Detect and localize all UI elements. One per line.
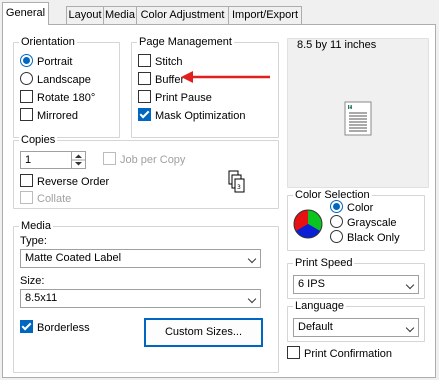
rotate-180-label: Rotate 180° xyxy=(37,92,96,104)
tab-import-export[interactable]: Import/Export xyxy=(228,6,302,24)
print-confirmation-checkbox-box[interactable] xyxy=(287,346,300,359)
tab-general[interactable]: General xyxy=(2,2,49,25)
mirrored-checkbox-box[interactable] xyxy=(20,108,33,121)
portrait-radio[interactable]: Portrait xyxy=(20,54,72,70)
page-preview-panel: 8.5 by 11 inches E xyxy=(287,38,429,188)
chevron-down-icon[interactable] xyxy=(405,323,415,333)
print-speed-title: Print Speed xyxy=(293,257,355,270)
copies-spinner[interactable]: 1 xyxy=(20,151,86,169)
general-tab-panel: Orientation Portrait Landscape Rotate 18… xyxy=(2,24,436,378)
color-radio-indicator[interactable] xyxy=(330,200,343,213)
print-pause-checkbox-box[interactable] xyxy=(138,90,151,103)
copies-count[interactable]: 1 xyxy=(25,153,31,168)
chevron-down-icon[interactable] xyxy=(247,294,257,304)
stitch-label: Stitch xyxy=(155,56,183,68)
media-size-select[interactable]: 8.5x11 xyxy=(20,289,261,308)
buffer-checkbox[interactable]: Buffer xyxy=(138,72,184,88)
reverse-order-checkbox[interactable]: Reverse Order xyxy=(20,174,109,190)
stitch-checkbox-box[interactable] xyxy=(138,54,151,67)
document-page-icon: E xyxy=(344,101,372,136)
copies-title: Copies xyxy=(19,134,58,147)
media-type-select[interactable]: Matte Coated Label xyxy=(20,249,261,268)
mask-optimization-label: Mask Optimization xyxy=(155,110,246,122)
landscape-radio-indicator[interactable] xyxy=(20,72,33,85)
borderless-checkbox-box[interactable] xyxy=(20,320,33,333)
media-type-label: Type: xyxy=(20,235,47,247)
print-pause-label: Print Pause xyxy=(155,92,212,104)
job-per-copy-checkbox-box[interactable] xyxy=(103,152,116,165)
collate-checkbox[interactable]: Collate xyxy=(20,191,71,207)
black-only-label: Black Only xyxy=(347,232,400,244)
page-management-group: Page Management Stitch Buffer Print Paus… xyxy=(131,36,279,138)
mirrored-checkbox[interactable]: Mirrored xyxy=(20,108,78,124)
svg-text:3: 3 xyxy=(237,184,241,191)
language-title: Language xyxy=(293,300,346,313)
tab-layout[interactable]: Layout xyxy=(66,6,104,24)
landscape-radio[interactable]: Landscape xyxy=(20,72,91,88)
media-size-value: 8.5x11 xyxy=(25,292,58,304)
chevron-down-icon[interactable] xyxy=(405,280,415,290)
chevron-down-icon[interactable] xyxy=(247,254,257,264)
rotate-180-checkbox[interactable]: Rotate 180° xyxy=(20,90,95,106)
color-radio[interactable]: Color xyxy=(330,200,373,216)
mirrored-label: Mirrored xyxy=(37,110,78,122)
tab-bar: Layout Media Color Adjustment Import/Exp… xyxy=(0,0,439,25)
portrait-label: Portrait xyxy=(37,56,73,68)
media-group: Media Type: Matte Coated Label Size: 8.5… xyxy=(13,220,279,373)
collate-checkbox-box[interactable] xyxy=(20,191,33,204)
media-title: Media xyxy=(19,220,53,233)
black-only-radio[interactable]: Black Only xyxy=(330,230,400,246)
job-per-copy-checkbox[interactable]: Job per Copy xyxy=(103,152,185,168)
portrait-radio-indicator[interactable] xyxy=(20,54,33,67)
print-speed-group: Print Speed 6 IPS xyxy=(287,257,425,299)
borderless-label: Borderless xyxy=(37,322,90,334)
collate-pages-icon: 3 xyxy=(228,170,245,193)
language-group: Language Default xyxy=(287,300,425,342)
copies-group: Copies 1 Job per Copy Reverse Order Coll… xyxy=(13,134,279,209)
media-size-label: Size: xyxy=(20,275,45,287)
borderless-checkbox[interactable]: Borderless xyxy=(20,320,90,336)
rotate-180-checkbox-box[interactable] xyxy=(20,90,33,103)
spinner-arrows-icon[interactable] xyxy=(72,152,85,168)
copies-stepper[interactable] xyxy=(71,152,85,168)
orientation-group: Orientation Portrait Landscape Rotate 18… xyxy=(13,36,120,138)
color-label: Color xyxy=(347,202,374,214)
mask-optimization-checkbox[interactable]: Mask Optimization xyxy=(138,108,245,124)
media-type-value: Matte Coated Label xyxy=(25,252,122,264)
reverse-order-label: Reverse Order xyxy=(37,176,110,188)
color-selection-group: Color Selection Color Grayscale Black On… xyxy=(287,189,425,251)
language-value: Default xyxy=(298,321,333,333)
tab-media[interactable]: Media xyxy=(103,6,137,24)
print-speed-select[interactable]: 6 IPS xyxy=(293,275,419,294)
preview-size-label: 8.5 by 11 inches xyxy=(297,39,377,51)
grayscale-radio[interactable]: Grayscale xyxy=(330,215,397,231)
mask-optimization-checkbox-box[interactable] xyxy=(138,108,151,121)
reverse-order-checkbox-box[interactable] xyxy=(20,174,33,187)
print-pause-checkbox[interactable]: Print Pause xyxy=(138,90,212,106)
grayscale-label: Grayscale xyxy=(347,217,397,229)
page-management-title: Page Management xyxy=(137,36,234,49)
rgb-color-wheel-icon xyxy=(293,209,323,239)
print-confirmation-checkbox[interactable]: Print Confirmation xyxy=(287,346,392,362)
collate-label: Collate xyxy=(37,193,72,205)
custom-sizes-button[interactable]: Custom Sizes... xyxy=(144,318,263,347)
orientation-title: Orientation xyxy=(19,36,77,49)
buffer-checkbox-box[interactable] xyxy=(138,72,151,85)
preview-doc-letter: E xyxy=(349,105,352,111)
print-speed-value: 6 IPS xyxy=(298,278,325,290)
print-confirmation-label: Print Confirmation xyxy=(304,348,393,360)
job-per-copy-label: Job per Copy xyxy=(120,154,186,166)
black-only-radio-indicator[interactable] xyxy=(330,230,343,243)
landscape-label: Landscape xyxy=(37,74,91,86)
tab-color-adjustment[interactable]: Color Adjustment xyxy=(136,6,229,24)
language-select[interactable]: Default xyxy=(293,318,419,337)
stitch-checkbox[interactable]: Stitch xyxy=(138,54,183,70)
grayscale-radio-indicator[interactable] xyxy=(330,215,343,228)
annotation-arrow-icon xyxy=(181,71,270,83)
